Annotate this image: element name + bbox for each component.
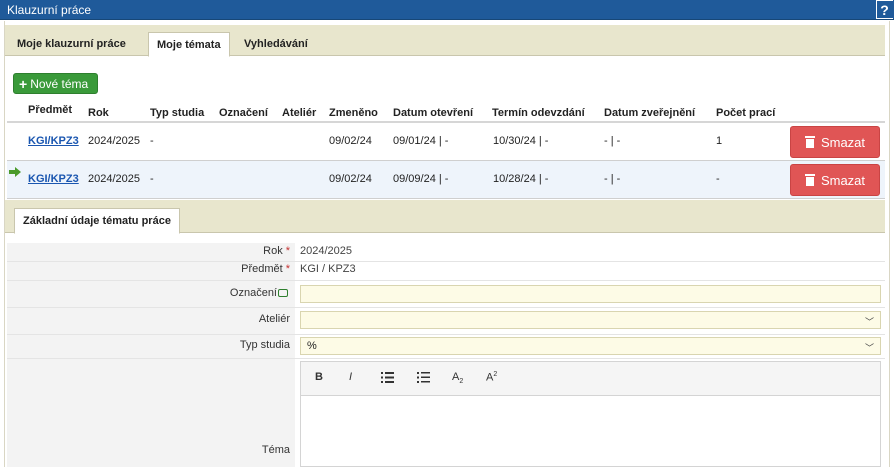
cell-pocet: 1 <box>716 135 723 147</box>
cell-odevzdani: 10/30/24 | - <box>493 135 549 147</box>
col-header-pocet-praci[interactable]: Počet prací <box>716 107 775 119</box>
cell-typ: - <box>150 135 154 147</box>
table-row[interactable]: KGI/KPZ3 2024/2025 - 09/02/24 09/09/24 |… <box>7 161 885 199</box>
form-divider <box>7 261 885 262</box>
detail-tabs: Základní údaje tématu práce <box>5 200 885 234</box>
plus-icon: + <box>19 75 28 92</box>
note-icon <box>278 289 288 298</box>
typ-studia-label: Typ studia <box>239 339 290 351</box>
subject-link[interactable]: KGI/KPZ3 <box>28 135 79 147</box>
rich-text-editor[interactable]: B I A2 A2 <box>300 361 881 467</box>
cell-rok: 2024/2025 <box>88 173 140 185</box>
predmet-value: KGI / KPZ3 <box>300 263 356 275</box>
italic-button[interactable]: I <box>349 371 352 383</box>
superscript-button[interactable]: A2 <box>486 371 497 384</box>
tab-vyhledavani[interactable]: Vyhledávání <box>236 32 316 56</box>
col-header-atelier[interactable]: Ateliér <box>282 107 316 119</box>
new-topic-label: Nové téma <box>30 76 89 91</box>
cell-odevzdani: 10/28/24 | - <box>493 173 549 185</box>
editor-toolbar: B I A2 A2 <box>301 362 880 396</box>
bold-button[interactable]: B <box>315 371 323 383</box>
cell-zmeneno: 09/02/24 <box>329 135 372 147</box>
typ-studia-select[interactable]: % ﹀ <box>300 337 881 355</box>
tab-zakladni-udaje[interactable]: Základní údaje tématu práce <box>14 208 180 234</box>
form-divider <box>7 358 885 359</box>
predmet-label: Předmět * <box>241 263 290 275</box>
selected-row-arrow-icon <box>9 167 21 177</box>
col-header-zmeneno[interactable]: Zmeněno <box>329 107 378 119</box>
col-header-datum-zverejneni[interactable]: Datum zveřejnění <box>604 107 695 119</box>
delete-label: Smazat <box>820 172 866 188</box>
typ-studia-value: % <box>307 340 317 352</box>
delete-label: Smazat <box>820 134 866 150</box>
cell-pocet: - <box>716 173 720 185</box>
cell-zverejneni: - | - <box>604 173 621 185</box>
cell-typ: - <box>150 173 154 185</box>
tab-moje-temata[interactable]: Moje témata <box>148 32 230 57</box>
form-divider <box>7 334 885 335</box>
window-titlebar: Klauzurní práce ? <box>0 0 894 20</box>
delete-button[interactable]: Smazat <box>790 126 880 158</box>
oznaceni-label: Označení <box>230 287 288 299</box>
subscript-button[interactable]: A2 <box>452 371 463 385</box>
subject-link[interactable]: KGI/KPZ3 <box>28 173 79 185</box>
atelier-select[interactable]: ﹀ <box>300 311 881 329</box>
cell-zverejneni: - | - <box>604 135 621 147</box>
cell-rok: 2024/2025 <box>88 135 140 147</box>
col-header-termin-odevzdani[interactable]: Termín odevzdání <box>492 107 585 119</box>
new-topic-button[interactable]: + Nové téma <box>13 73 98 94</box>
col-header-typ-studia[interactable]: Typ studia <box>150 107 204 119</box>
tab-moje-klauzurni-prace[interactable]: Moje klauzurní práce <box>9 32 134 56</box>
tema-label: Téma <box>261 444 290 456</box>
bullet-list-icon[interactable] <box>381 372 394 383</box>
atelier-label: Ateliér <box>258 313 290 325</box>
help-icon: ? <box>876 1 893 18</box>
window-title: Klauzurní práce <box>7 2 92 17</box>
form-label-column <box>7 243 295 467</box>
cell-otevreni: 09/09/24 | - <box>393 173 449 185</box>
form-divider <box>7 280 885 281</box>
rok-label: Rok * <box>263 245 290 257</box>
help-button[interactable]: ? <box>875 0 893 19</box>
numbered-list-icon[interactable] <box>417 372 430 383</box>
cell-zmeneno: 09/02/24 <box>329 173 372 185</box>
form-divider <box>7 307 885 308</box>
cell-otevreni: 09/01/24 | - <box>393 135 449 147</box>
col-header-predmet[interactable]: Předmět <box>28 104 72 116</box>
table-row[interactable]: KGI/KPZ3 2024/2025 - 09/02/24 09/01/24 |… <box>7 123 885 161</box>
col-header-rok[interactable]: Rok <box>88 107 109 119</box>
chevron-down-icon: ﹀ <box>864 317 874 327</box>
col-header-datum-otevreni[interactable]: Datum otevření <box>393 107 473 119</box>
main-tabs: Moje klauzurní práce Moje témata Vyhledá… <box>5 25 885 57</box>
trash-icon <box>804 174 815 186</box>
col-header-oznaceni[interactable]: Označení <box>219 107 268 119</box>
chevron-down-icon: ﹀ <box>864 343 874 353</box>
oznaceni-input[interactable] <box>300 285 881 303</box>
delete-button[interactable]: Smazat <box>790 164 880 196</box>
rok-value: 2024/2025 <box>300 245 352 257</box>
trash-icon <box>804 136 815 148</box>
